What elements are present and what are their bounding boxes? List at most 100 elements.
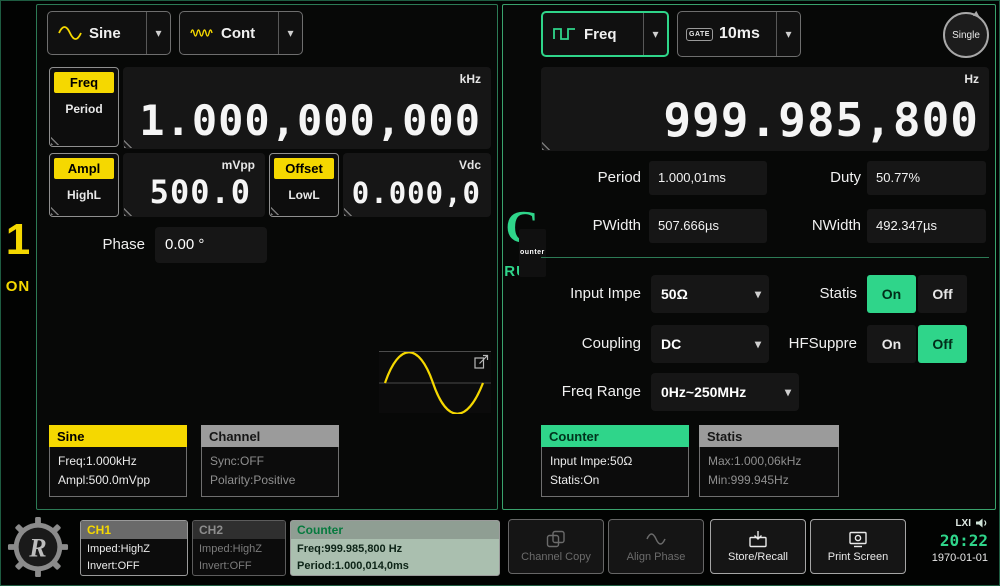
period-label: Period [557,161,641,195]
statis-min-summary: Min:999.945Hz [708,471,830,490]
tab-statis[interactable]: Statis Max:1.000,06kHz Min:999.945Hz [699,425,839,497]
chevron-down-icon [747,275,769,313]
ch1-impedance: Imped:HighZ [81,541,187,558]
counter-frequency-unit: Hz [964,72,979,86]
channel1-panel: Sine Cont Freq Period kHz 1.000,000,000 … [36,4,498,510]
statis-max-summary: Max:1.000,06kHz [708,452,830,471]
speaker-icon [975,517,988,529]
store-recall-button[interactable]: Store/Recall [710,519,806,574]
counter-letter: C ounter [503,203,541,251]
tab-channel[interactable]: Channel Sync:OFF Polarity:Positive [201,425,339,497]
chevron-down-icon [747,325,769,363]
input-impedance-label: Input Impe [533,275,641,313]
coupling-label: Coupling [533,325,641,363]
ch2-status-title: CH2 [193,521,285,539]
run-mode-select[interactable]: Cont [179,11,303,55]
tab-counter[interactable]: Counter Input Impe:50Ω Statis:On [541,425,689,497]
single-trigger-button[interactable]: Single [943,12,989,58]
pwidth-label: PWidth [557,209,641,243]
ch2-impedance: Imped:HighZ [193,541,285,558]
freq-key-label: Freq [54,72,114,93]
ch1-status-title: CH1 [81,521,187,539]
counter-mode-select[interactable]: Freq [541,11,669,57]
statis-toggle: On Off [867,275,967,313]
ch2-invert: Invert:OFF [193,558,285,575]
offset-unit: Vdc [459,158,481,172]
hfsuppre-toggle: On Off [867,325,967,363]
chevron-down-icon [776,12,800,56]
frequency-unit: kHz [460,72,481,86]
print-screen-button[interactable]: Print Screen [810,519,906,574]
align-phase-label: Align Phase [627,551,686,563]
print-screen-icon [848,530,868,548]
gate-time-select[interactable]: GATE 10ms [677,11,801,57]
counter-word-rest: ounter [519,229,546,277]
counter-status-box[interactable]: Counter Freq:999.985,800 Hz Period:1.000… [290,520,500,576]
channel1-number: 1 [0,218,36,262]
phase-input[interactable]: 0.00 ° [155,227,267,263]
hfsuppre-on-button[interactable]: On [867,325,916,363]
statis-off-button[interactable]: Off [918,275,967,313]
phase-label: Phase [93,227,145,263]
counter-period-readout: Period:1.000,014,0ms [291,558,499,575]
ch2-status-box[interactable]: CH2 Imped:HighZ Invert:OFF [192,520,286,576]
logo-letter: R [28,534,46,563]
tab-statis-title: Statis [699,425,839,447]
gate-time-value: 10ms [719,25,776,43]
continuous-wave-icon [190,25,214,41]
print-screen-label: Print Screen [828,551,889,563]
channel-copy-button[interactable]: Channel Copy [508,519,604,574]
input-impedance-select[interactable]: 50Ω [651,275,769,313]
freq-range-select[interactable]: 0Hz~250MHz [651,373,799,411]
duty-value: 50.77% [867,161,986,195]
chevron-down-icon [643,13,667,55]
channel-copy-label: Channel Copy [521,551,591,563]
tab-sine[interactable]: Sine Freq:1.000kHz Ampl:500.0mVpp [49,425,187,497]
sine-ampl-summary: Ampl:500.0mVpp [58,471,178,490]
coupling-select[interactable]: DC [651,325,769,363]
waveform-select[interactable]: Sine [47,11,171,55]
freq-period-softkey[interactable]: Freq Period [49,67,119,147]
instrument-screen: 1 ON Sine Cont Freq Period kHz 1.000,000… [0,0,1000,586]
pulse-icon [553,26,577,42]
channel-copy-icon [546,530,566,548]
export-icon[interactable] [474,354,489,369]
frequency-display[interactable]: kHz 1.000,000,000 [123,67,491,149]
frequency-value: 1.000,000,000 [139,96,481,145]
counter-run-indicator: C ounter RUN [503,203,541,280]
system-status-area: LXI 20:22 1970-01-01 [912,517,996,577]
gate-icon: GATE [686,28,713,41]
single-loop-icon [973,11,981,19]
channel1-on-state: ON [0,278,36,295]
counter-freq-readout: Freq:999.985,800 Hz [291,541,499,558]
ampl-key-label: Ampl [54,158,114,179]
freq-range-value: 0Hz~250MHz [661,384,777,400]
chevron-down-icon [146,12,170,54]
hfsuppre-off-button[interactable]: Off [918,325,967,363]
offset-lowlevel-softkey[interactable]: Offset LowL [269,153,339,217]
chevron-down-icon [278,12,302,54]
chevron-down-icon [777,373,799,411]
input-impedance-value: 50Ω [661,286,747,302]
statis-on-button[interactable]: On [867,275,916,313]
amplitude-value: 500.0 [150,173,251,211]
run-mode-label: Cont [221,25,278,42]
single-button-label: Single [952,30,980,41]
highlevel-key-label: HighL [54,188,114,202]
counter-panel: C ounter RUN Freq GATE 10ms Single Hz 99… [502,4,996,510]
sine-freq-summary: Freq:1.000kHz [58,452,178,471]
counter-statis-summary: Statis:On [550,471,680,490]
amplitude-display[interactable]: mVpp 500.0 [123,153,265,217]
lowlevel-key-label: LowL [274,188,334,202]
channel1-output-indicator[interactable]: 1 ON [0,218,36,295]
counter-mode-label: Freq [584,26,643,43]
align-phase-icon [646,530,666,548]
ampl-highlevel-softkey[interactable]: Ampl HighL [49,153,119,217]
waveform-select-label: Sine [89,25,146,42]
nwidth-label: NWidth [801,209,861,243]
offset-display[interactable]: Vdc 0.000,0 [343,153,491,217]
ch1-status-box[interactable]: CH1 Imped:HighZ Invert:OFF [80,520,188,576]
counter-frequency-display[interactable]: Hz 999.985,800 [541,67,989,151]
align-phase-button[interactable]: Align Phase [608,519,704,574]
rigol-gear-logo: R [7,516,69,578]
